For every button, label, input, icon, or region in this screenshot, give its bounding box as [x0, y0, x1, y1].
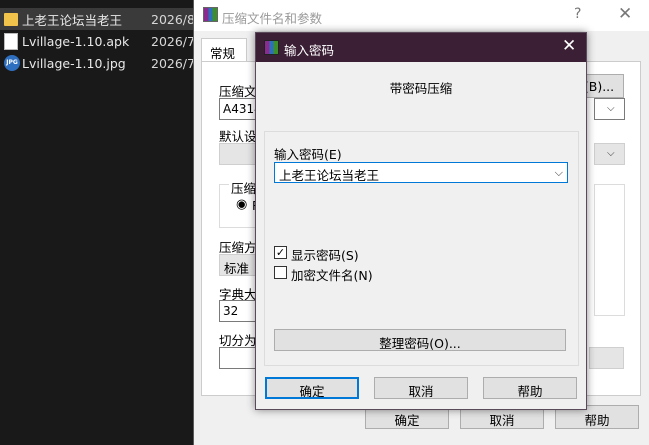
organize-passwords-button[interactable]: 整理密码(O)... — [274, 329, 566, 351]
close-button[interactable]: ✕ — [618, 4, 632, 24]
dialog-title: 输入密码 — [284, 43, 335, 58]
file-row[interactable]: Lvillage-1.10.apk 2026/7, — [0, 30, 200, 52]
chevron-down-icon: ⌵ — [607, 148, 615, 159]
title-bar: 压缩文件名和参数 ? ✕ — [194, 0, 649, 31]
encrypt-filenames-checkbox[interactable] — [274, 266, 287, 279]
file-row[interactable]: 上老王论坛当老王 2026/8, — [0, 8, 200, 30]
file-date: 2026/7, — [151, 33, 199, 49]
show-password-label: 显示密码(S) — [291, 248, 359, 263]
archiving-options-group — [594, 184, 625, 316]
radio-rar[interactable]: ◉ — [236, 197, 247, 212]
chevron-down-icon: ⌵ — [607, 103, 615, 114]
ok-button[interactable]: 确定 — [265, 377, 359, 399]
file-row[interactable]: JPG Lvillage-1.10.jpg 2026/7, — [0, 52, 200, 74]
close-button[interactable]: ✕ — [562, 36, 576, 56]
file-date: 2026/7, — [151, 55, 199, 71]
file-name: Lvillage-1.10.jpg — [22, 55, 126, 71]
image-icon: JPG — [4, 55, 20, 71]
set-password-button[interactable] — [589, 347, 624, 369]
file-icon — [4, 33, 18, 50]
winrar-icon — [264, 40, 279, 55]
cancel-button[interactable]: 取消 — [374, 377, 468, 399]
title-bar: 输入密码 ✕ — [256, 33, 586, 62]
update-mode-select[interactable]: ⌵ — [594, 98, 625, 120]
dialog-heading: 带密码压缩 — [389, 81, 453, 96]
encrypt-filenames-label: 加密文件名(N) — [291, 268, 373, 283]
help-button[interactable]: ? — [574, 6, 581, 22]
file-date: 2026/8, — [151, 11, 199, 27]
password-value: 上老王论坛当老王 — [279, 168, 380, 183]
file-name: 上老王论坛当老王 — [22, 12, 123, 28]
folder-icon — [4, 13, 18, 26]
dialog-title: 压缩文件名和参数 — [222, 11, 323, 26]
winrar-icon — [203, 7, 218, 22]
show-password-checkbox[interactable]: ✓ — [274, 246, 287, 259]
tab-general[interactable]: 常规 — [201, 38, 247, 62]
file-name: Lvillage-1.10.apk — [22, 33, 130, 49]
chevron-down-icon[interactable]: ⌵ — [555, 166, 563, 180]
password-label: 输入密码(E) — [274, 147, 342, 162]
archive-format-label: 压缩 — [229, 178, 259, 197]
options-select[interactable]: ⌵ — [594, 143, 625, 165]
file-explorer: 上老王论坛当老王 2026/8, Lvillage-1.10.apk 2026/… — [0, 0, 200, 445]
password-dialog: 输入密码 ✕ 带密码压缩 输入密码(E) 上老王论坛当老王 ⌵ ✓ 显示密码(S… — [255, 32, 587, 410]
help-button[interactable]: 帮助 — [483, 377, 577, 399]
password-input[interactable]: 上老王论坛当老王 ⌵ — [274, 162, 568, 183]
